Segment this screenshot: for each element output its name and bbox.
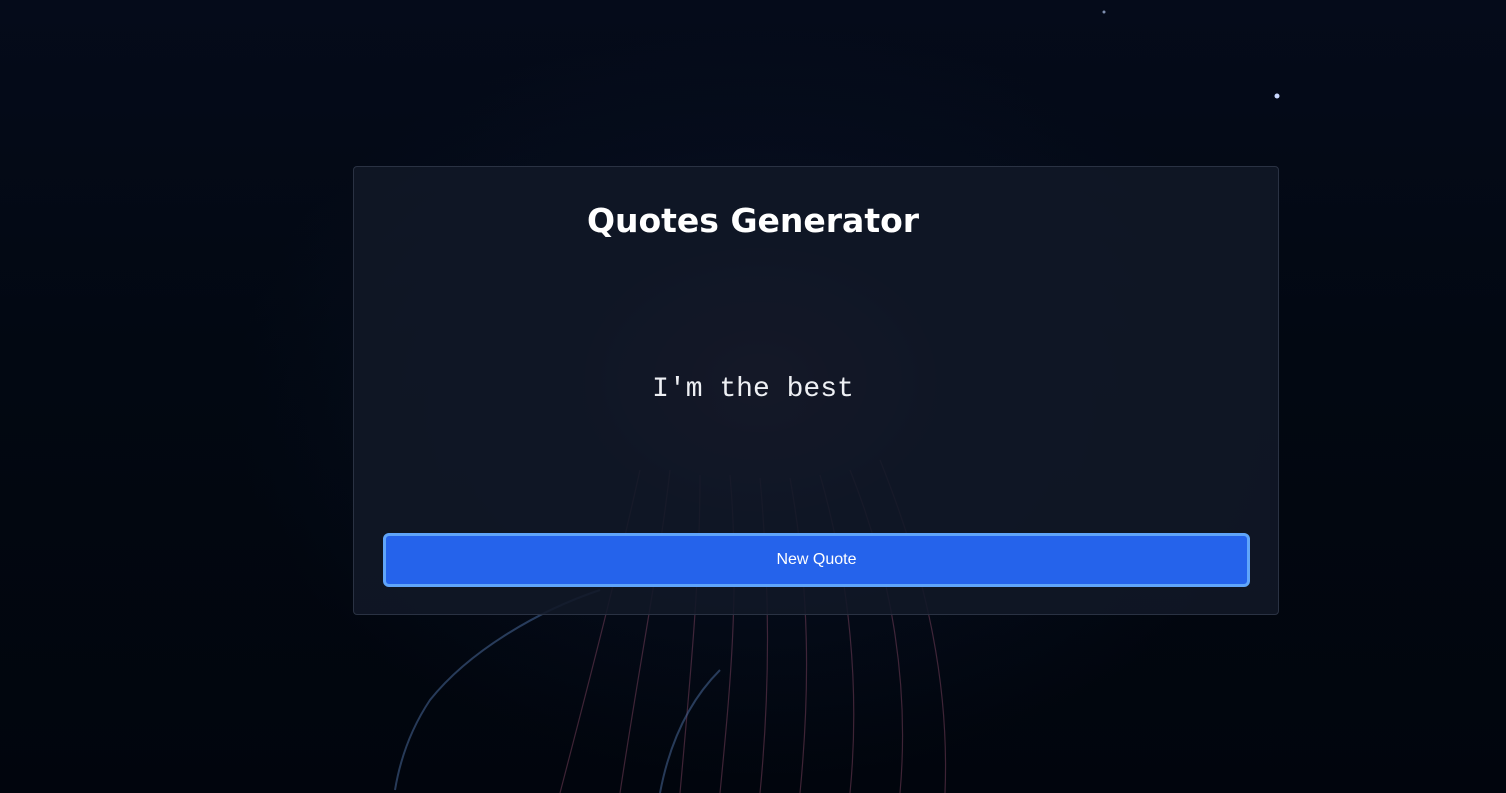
quote-text: I'm the best	[652, 374, 854, 405]
star-speck	[1274, 93, 1280, 99]
page-title: Quotes Generator	[586, 201, 920, 240]
new-quote-button[interactable]: New Quote	[383, 533, 1250, 587]
star-speck	[1102, 10, 1106, 14]
